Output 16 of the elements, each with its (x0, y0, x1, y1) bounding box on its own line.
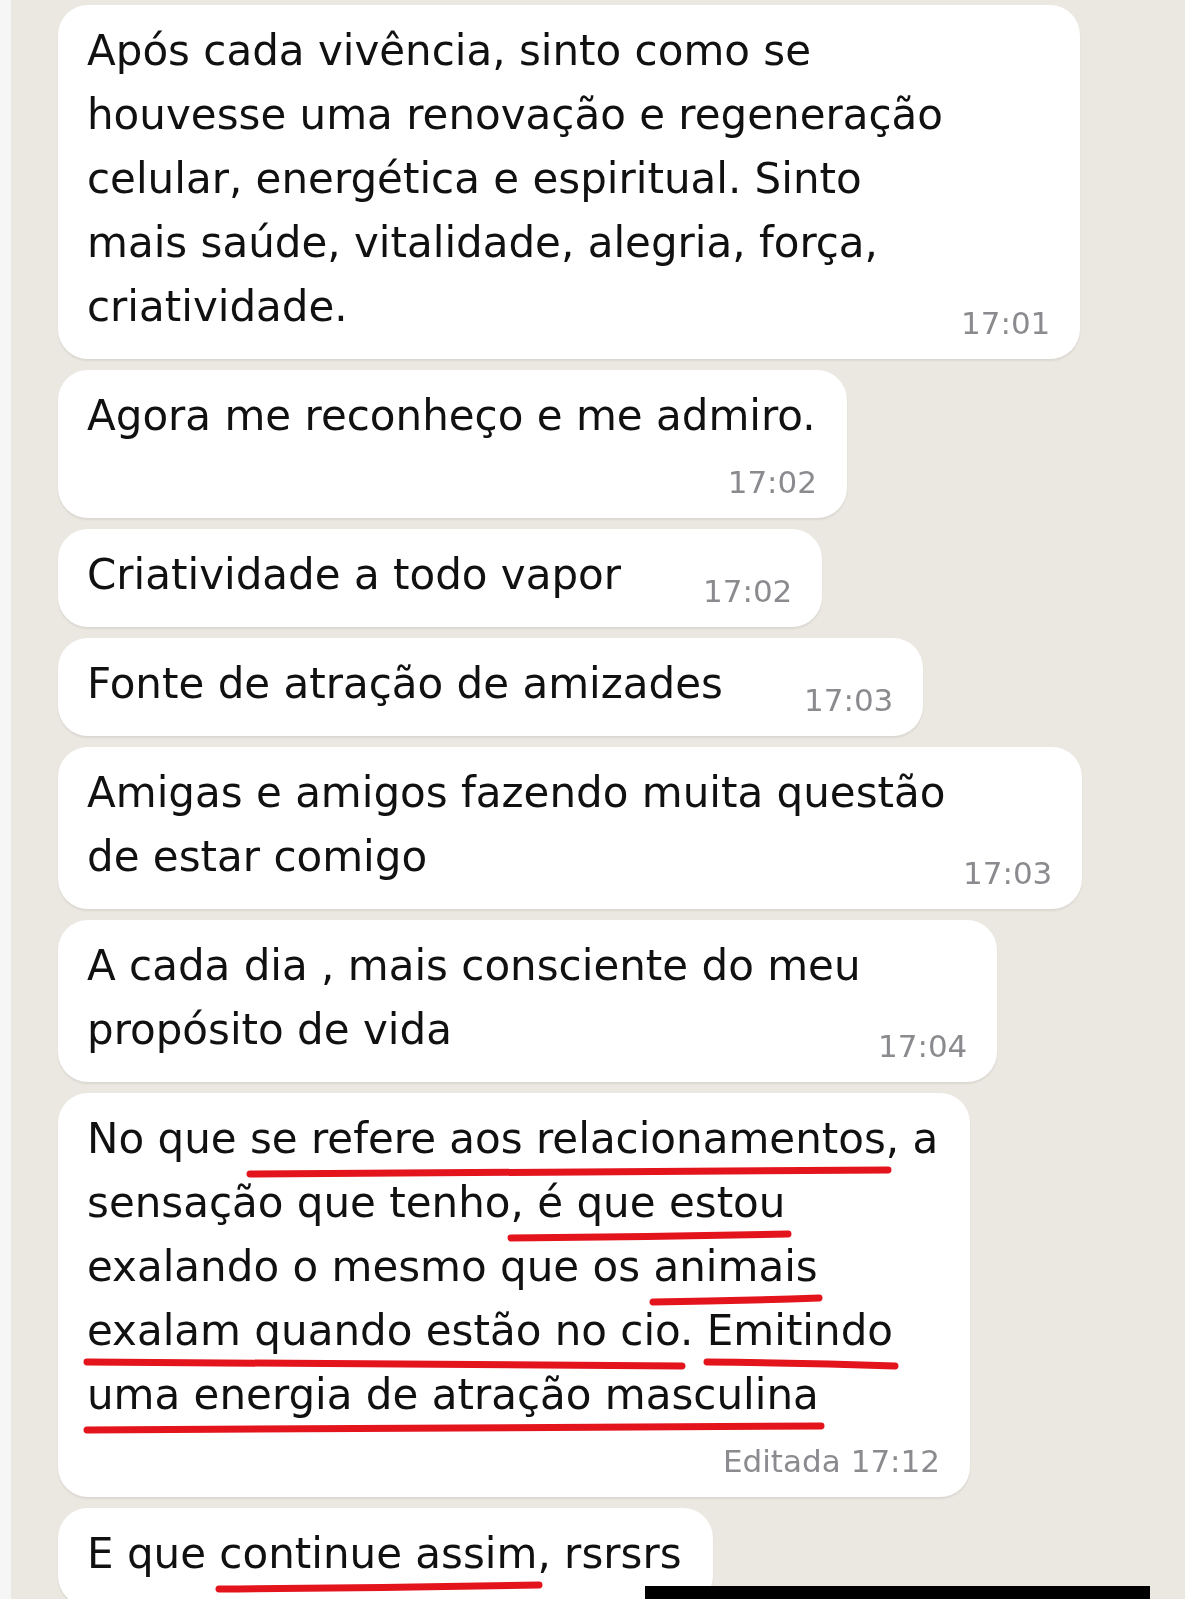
message-text: Criatividade a todo vapor (87, 549, 623, 601)
message-text: No que se refere aos relacionamentos, a sensação que tenho, é que estou exalando o mesmo que os animais exalam quando estão no cio. Emitindo uma energia de atração masculina (87, 1113, 940, 1421)
message-time: 17:02 (727, 466, 817, 498)
message-time: 17:03 (963, 857, 1053, 889)
message-time: 17:01 (961, 307, 1051, 339)
message-text: Amigas e amigos fazendo muita questão de estar comigo (87, 767, 947, 883)
message-text: Após cada vivência, sinto como se houvesse uma renovação e regeneração celular, energética e espiritual. Sinto mais saúde, vitalidade, alegria, força, criatividade. (87, 25, 945, 333)
message-text: A cada dia , mais consciente do meu propósito de vida (87, 940, 862, 1056)
message-time: 17:04 (878, 1030, 968, 1062)
message-text: Agora me reconheço e me admiro. (87, 390, 817, 442)
message-text: Fonte de atração de amizades (87, 658, 724, 710)
message-time: 17:12 (850, 1445, 940, 1477)
message-time: 17:03 (804, 684, 894, 716)
message-text: E que continue assim, rsrsrs (87, 1528, 683, 1580)
edited-label: Editada (722, 1445, 841, 1477)
message-time: 17:02 (703, 575, 793, 607)
